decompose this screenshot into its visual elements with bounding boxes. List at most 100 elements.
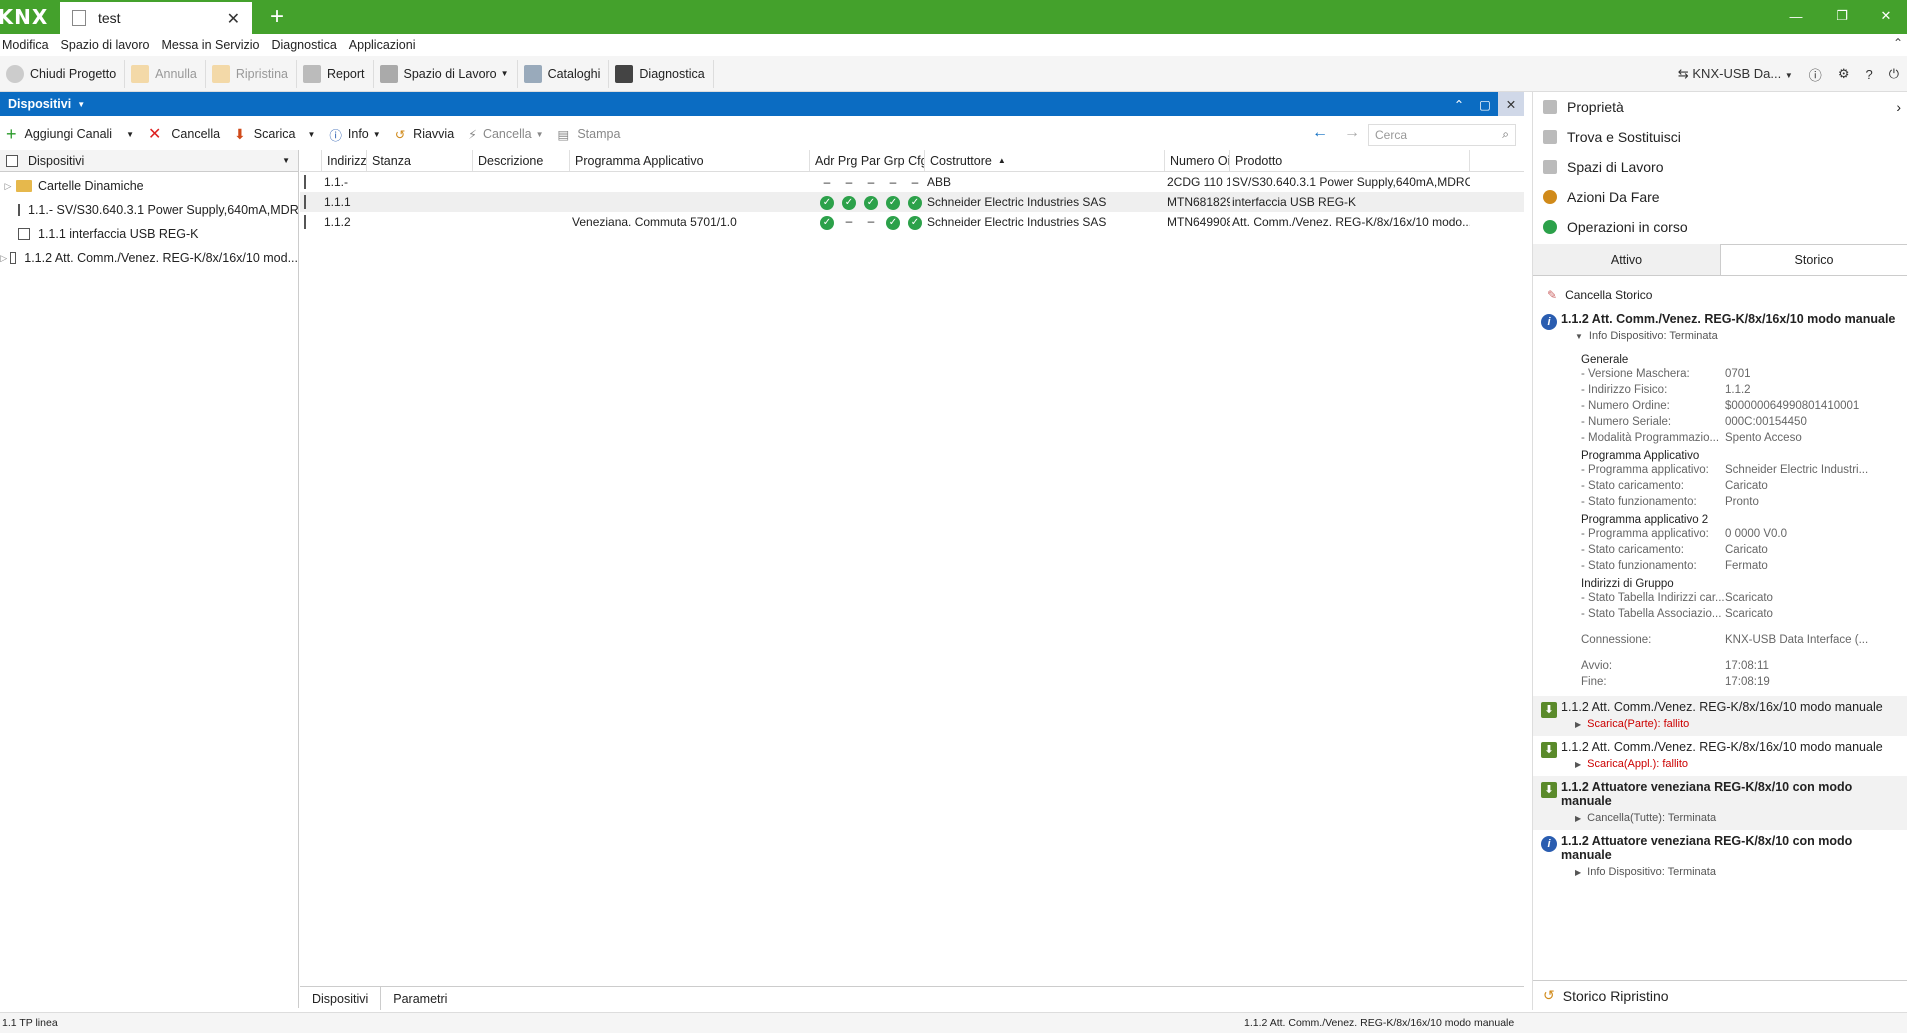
collapse-ribbon-icon[interactable]: ⌃ — [1893, 36, 1903, 50]
devices-panel-title[interactable]: Dispositivi — [8, 97, 71, 111]
col-app-program[interactable]: Programma Applicativo — [570, 150, 810, 171]
diagnostics-button[interactable]: Diagnostica — [609, 59, 714, 88]
history-restore-link[interactable]: ↺ Storico Ripristino — [1533, 980, 1907, 1010]
tree-header[interactable]: Dispositivi ▼ — [0, 150, 298, 172]
interface-selector[interactable]: ⇆ KNX-USB Da... ▼ — [1678, 66, 1793, 82]
expand-icon[interactable]: ▷ — [0, 253, 8, 264]
collapsed-icon[interactable]: ▶ — [1575, 720, 1581, 729]
usb-icon: ⇆ — [1677, 66, 1689, 81]
tree-node-device[interactable]: 1.1.1 interfaccia USB REG-K — [0, 222, 298, 246]
table-row[interactable]: 1.1.1 ✓ ✓ ✓ ✓ ✓ Schneider Electric Industrie… — [300, 192, 1524, 212]
tree-node-device[interactable]: ▷ 1.1.2 Att. Comm./Venez. REG-K/8x/16x/1… — [0, 246, 298, 270]
search-input[interactable]: Cerca ⌕ — [1368, 124, 1516, 146]
delete-button[interactable]: ✕ Cancella — [142, 124, 228, 144]
chevron-down-icon[interactable]: ▼ — [307, 130, 315, 139]
project-tab[interactable]: test ✕ — [60, 2, 252, 34]
cell-manufacturer: ABB — [927, 175, 952, 189]
tab-devices[interactable]: Dispositivi — [300, 987, 382, 1010]
table-row[interactable]: 1.1.- ––––– ABB 2CDG 110 1... SV/S30.640… — [300, 172, 1524, 192]
redo-button[interactable]: Ripristina — [206, 59, 297, 88]
properties-link[interactable]: Proprietà › — [1533, 92, 1907, 122]
report-button[interactable]: Report — [297, 59, 374, 88]
power-icon[interactable]: ⏻ — [1889, 66, 1899, 82]
col-manufacturer[interactable]: Costruttore ▲ — [925, 150, 1165, 171]
chevron-down-icon[interactable]: ▼ — [282, 156, 290, 165]
forward-arrow-icon[interactable]: → — [1336, 124, 1368, 142]
catalogs-button[interactable]: Cataloghi — [518, 59, 610, 88]
minimize-button[interactable]: — — [1776, 4, 1816, 28]
cell-address: 1.1.- — [324, 175, 349, 189]
chevron-up-icon[interactable]: ⌃ — [1446, 92, 1472, 116]
history-entry[interactable]: ⬇ 1.1.2 Attuatore veneziana REG-K/8x/10 … — [1533, 776, 1907, 830]
todo-link[interactable]: Azioni Da Fare — [1533, 182, 1907, 212]
expand-icon[interactable]: ▷ — [0, 181, 16, 192]
menu-diagnostica[interactable]: Diagnostica — [269, 38, 340, 52]
chevron-down-icon[interactable]: ▼ — [77, 100, 85, 109]
menu-modifica[interactable]: Modifica — [0, 38, 53, 52]
expanded-icon[interactable]: ▼ — [1575, 332, 1583, 341]
chevron-right-icon[interactable]: › — [1896, 99, 1901, 115]
tree-node-device[interactable]: 1.1.- SV/S30.640.3.1 Power Supply,640mA,… — [0, 198, 298, 222]
menu-spazio-di-lavoro[interactable]: Spazio di lavoro — [59, 38, 154, 52]
properties-icon — [1543, 100, 1557, 114]
col-product[interactable]: Prodotto — [1230, 150, 1470, 171]
workspace-button[interactable]: Spazio di Lavoro ▼ — [374, 59, 518, 88]
check-icon: ✓ — [886, 216, 900, 230]
right-tools: ⇆ KNX-USB Da... ▼ ⓘ ⚙ ? ⏻ — [1670, 60, 1907, 88]
chevron-down-icon[interactable]: ▼ — [126, 130, 134, 139]
col-room[interactable]: Stanza — [367, 150, 473, 171]
tab-active[interactable]: Attivo — [1533, 244, 1720, 275]
maximize-icon[interactable]: ▢ — [1472, 92, 1498, 116]
print-button[interactable]: ▤ Stampa — [552, 127, 629, 142]
find-replace-link[interactable]: Trova e Sostituisci — [1533, 122, 1907, 152]
collapsed-icon[interactable]: ▶ — [1575, 814, 1581, 823]
close-project-button[interactable]: Chiudi Progetto — [0, 59, 126, 88]
col-address[interactable]: Indirizz — [322, 150, 367, 171]
workspaces-link[interactable]: Spazi di Lavoro — [1533, 152, 1907, 182]
cell-product: SV/S30.640.3.1 Power Supply,640mA,MDRC — [1232, 175, 1470, 189]
close-window-button[interactable]: ✕ — [1866, 4, 1906, 28]
tree-icon — [6, 154, 18, 167]
history-entry[interactable]: i 1.1.2 Att. Comm./Venez. REG-K/8x/16x/1… — [1533, 308, 1907, 696]
close-icon[interactable]: ✕ — [1498, 92, 1524, 116]
help-icon[interactable]: ? — [1865, 67, 1872, 82]
gear-icon[interactable]: ⚙ — [1838, 66, 1850, 82]
menu-applicazioni[interactable]: Applicazioni — [347, 38, 420, 52]
info-button[interactable]: ⓘ Info ▼ — [323, 125, 388, 144]
collapsed-icon[interactable]: ▶ — [1575, 760, 1581, 769]
collapsed-icon[interactable]: ▶ — [1575, 868, 1581, 877]
info-icon[interactable]: ⓘ — [1809, 65, 1822, 84]
tree-node-dynamic-folders[interactable]: ▷ Cartelle Dinamiche — [0, 174, 298, 198]
menu-messa-in-servizio[interactable]: Messa in Servizio — [160, 38, 264, 52]
tab-history[interactable]: Storico — [1720, 244, 1907, 275]
col-status[interactable]: Adr Prg Par Grp Cfg — [810, 150, 925, 171]
history-entry[interactable]: ⬇ 1.1.2 Att. Comm./Venez. REG-K/8x/16x/1… — [1533, 736, 1907, 776]
search-icon — [1543, 130, 1557, 144]
history-entry[interactable]: i 1.1.2 Attuatore veneziana REG-K/8x/10 … — [1533, 830, 1907, 884]
device-icon — [304, 195, 306, 209]
table-row[interactable]: 1.1.2 Veneziana. Commuta 5701/1.0 ✓ – – ✓ ✓ … — [300, 212, 1524, 232]
workspace-icon — [1543, 160, 1557, 174]
tab-parameters[interactable]: Parametri — [381, 987, 459, 1010]
device-icon — [18, 228, 30, 240]
close-icon[interactable]: ✕ — [227, 9, 240, 29]
redo-icon — [211, 64, 230, 83]
main-toolbar: Chiudi Progetto Annulla Ripristina Repor… — [0, 56, 1907, 92]
col-order-number[interactable]: Numero Oi — [1165, 150, 1230, 171]
new-tab-button[interactable]: + — [262, 3, 292, 30]
history-entry[interactable]: ⬇ 1.1.2 Att. Comm./Venez. REG-K/8x/16x/1… — [1533, 696, 1907, 736]
download-button[interactable]: ⬇ Scarica ▼ — [228, 126, 323, 143]
back-arrow-icon[interactable]: ← — [1304, 124, 1336, 142]
col-description[interactable]: Descrizione — [473, 150, 570, 171]
restart-button[interactable]: ↺ Riavvia — [389, 127, 462, 142]
grid-header: Indirizz Stanza Descrizione Programma Ap… — [300, 150, 1524, 172]
undo-button[interactable]: Annulla — [125, 59, 206, 88]
pending-ops-link[interactable]: Operazioni in corso — [1533, 212, 1907, 242]
clear-history-button[interactable]: ✎ Cancella Storico — [1533, 282, 1907, 308]
add-channels-button[interactable]: + Aggiungi Canali ▼ — [0, 124, 142, 145]
unload-icon: ⚡ — [468, 127, 477, 142]
restore-button[interactable]: ❐ — [1822, 4, 1862, 28]
workspace-icon — [379, 64, 398, 83]
search-icon[interactable]: ⌕ — [1502, 127, 1509, 142]
unload-button[interactable]: ⚡ Cancella ▼ — [462, 127, 551, 142]
